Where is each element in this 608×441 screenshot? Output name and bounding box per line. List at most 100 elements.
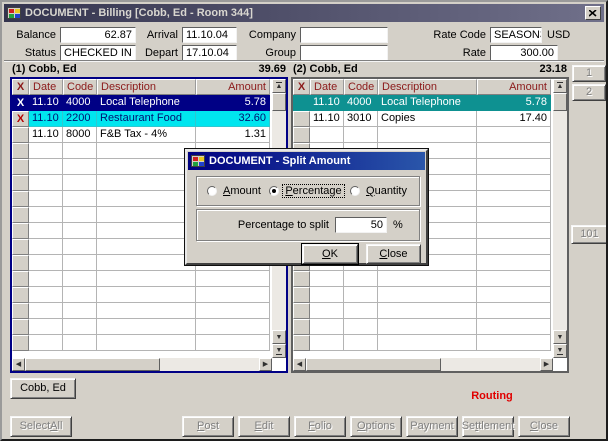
routing-label: Routing [442, 390, 542, 402]
charge-row[interactable]: X 11.10 4000 Local Telephone 5.78 [12, 95, 272, 111]
rate-field[interactable]: 300.00 [490, 45, 558, 61]
radio-percentage[interactable]: Percentage [269, 185, 343, 197]
scroll-right-button[interactable]: ▶ [540, 358, 553, 371]
billing-window: DOCUMENT - Billing [Cobb, Ed - Room 344]… [0, 0, 608, 441]
scroll-down-button[interactable]: ▼ [272, 330, 286, 344]
empty-row [12, 303, 272, 319]
empty-row [12, 335, 272, 351]
charge-row[interactable]: 11.10 3010 Copies 17.40 [293, 111, 553, 127]
column-header-code: Code [63, 79, 97, 95]
percentage-label: Percentage to split [217, 218, 329, 232]
title-bar: DOCUMENT - Billing [Cobb, Ed - Room 344] [4, 4, 604, 22]
grid1-caption: (1) Cobb, Ed [12, 63, 77, 77]
column-header-date: Date [310, 79, 344, 95]
empty-row [12, 287, 272, 303]
column-header-amount: Amount [196, 79, 270, 95]
grid2-header: X Date Code Description Amount [293, 79, 553, 95]
divider [4, 60, 604, 62]
horizontal-scrollbar[interactable]: ◀ ▶ [12, 358, 272, 371]
radio-circle[interactable] [207, 186, 217, 196]
split-dialog: DOCUMENT - Split Amount Amount Percentag… [185, 149, 428, 265]
scroll-bottom-button[interactable]: ▼ [553, 344, 567, 358]
close-icon [589, 10, 597, 17]
dialog-title: DOCUMENT - Split Amount [205, 155, 350, 167]
close-button[interactable] [585, 6, 601, 20]
column-header-description: Description [378, 79, 477, 95]
empty-row [12, 319, 272, 335]
grid2-total: 23.18 [539, 63, 567, 77]
depart-field[interactable]: 17.10.04 [182, 45, 237, 61]
window-close-button[interactable]: Close [518, 416, 570, 437]
folio-button[interactable]: Folio [294, 416, 346, 437]
horizontal-scrollbar[interactable]: ◀ ▶ [293, 358, 553, 371]
dialog-close-button[interactable]: Close [366, 244, 421, 264]
charge-row[interactable]: X 11.10 2200 Restaurant Food 32.60 [12, 111, 272, 127]
balance-field[interactable]: 62.87 [60, 27, 136, 43]
window-button-101[interactable]: 101 [571, 225, 608, 244]
radio-circle[interactable] [269, 186, 279, 196]
grid1-total: 39.69 [258, 63, 286, 77]
column-header-date: Date [29, 79, 63, 95]
arrival-field[interactable]: 11.10.04 [182, 27, 237, 43]
empty-row [293, 271, 553, 287]
scroll-top-button[interactable]: ▲ [553, 79, 567, 93]
status-label: Status [10, 46, 56, 60]
radio-circle[interactable] [350, 186, 360, 196]
scroll-right-button[interactable]: ▶ [259, 358, 272, 371]
app-icon [7, 7, 21, 19]
scroll-left-button[interactable]: ◀ [293, 358, 306, 371]
empty-row [293, 127, 553, 143]
column-header-description: Description [97, 79, 196, 95]
scroll-top-button[interactable]: ▲ [272, 79, 286, 93]
balance-label: Balance [10, 28, 56, 42]
window-button-1[interactable]: 1 [572, 65, 606, 82]
empty-row [12, 271, 272, 287]
arrival-label: Arrival [138, 28, 178, 42]
group-label: Group [246, 46, 296, 60]
options-button[interactable]: Options [350, 416, 402, 437]
radio-amount[interactable]: Amount [207, 185, 263, 197]
company-field[interactable] [300, 27, 388, 43]
rate-label: Rate [420, 46, 486, 60]
window-button-2[interactable]: 2 [572, 84, 606, 101]
scroll-thumb[interactable] [306, 358, 441, 371]
dialog-icon [191, 155, 205, 167]
vertical-scrollbar[interactable]: ▲ ▼ ▼ [553, 79, 567, 358]
payment-button[interactable]: Payment [406, 416, 458, 437]
guest-tab[interactable]: Cobb, Ed [10, 378, 76, 399]
status-field[interactable]: CHECKED IN [60, 45, 136, 61]
post-button[interactable]: Post [182, 416, 234, 437]
grid1-header: X Date Code Description Amount [12, 79, 272, 95]
scroll-bottom-button[interactable]: ▼ [272, 344, 286, 358]
currency-label: USD [547, 28, 577, 42]
window-title: DOCUMENT - Billing [Cobb, Ed - Room 344] [21, 7, 585, 19]
edit-button[interactable]: Edit [238, 416, 290, 437]
empty-row [293, 287, 553, 303]
column-header-x: X [12, 79, 29, 95]
scroll-left-button[interactable]: ◀ [12, 358, 25, 371]
grid2-caption: (2) Cobb, Ed [293, 63, 358, 77]
charge-row[interactable]: 11.10 8000 F&B Tax - 4% 1.31 [12, 127, 272, 143]
rate-code-label: Rate Code [420, 28, 486, 42]
percentage-input[interactable] [335, 217, 387, 233]
empty-row [293, 319, 553, 335]
depart-label: Depart [138, 46, 178, 60]
scroll-thumb[interactable] [553, 93, 567, 111]
scroll-down-button[interactable]: ▼ [553, 330, 567, 344]
charge-row[interactable]: 11.10 4000 Local Telephone 5.78 [293, 95, 553, 111]
group-field[interactable] [300, 45, 388, 61]
column-header-amount: Amount [477, 79, 551, 95]
rate-code-field[interactable]: SEASON3 [490, 27, 542, 43]
scroll-thumb[interactable] [272, 93, 286, 111]
empty-row [293, 303, 553, 319]
select-all-button[interactable]: Select All [10, 416, 72, 437]
percentage-group: Percentage to split % [196, 209, 420, 241]
scroll-thumb[interactable] [25, 358, 160, 371]
dialog-title-bar: DOCUMENT - Split Amount [188, 152, 425, 170]
radio-quantity[interactable]: Quantity [350, 185, 409, 197]
column-header-code: Code [344, 79, 378, 95]
company-label: Company [246, 28, 296, 42]
radio-group: Amount Percentage Quantity [196, 176, 420, 206]
ok-button[interactable]: OK [302, 244, 358, 264]
settlement-button[interactable]: Settlement [462, 416, 514, 437]
